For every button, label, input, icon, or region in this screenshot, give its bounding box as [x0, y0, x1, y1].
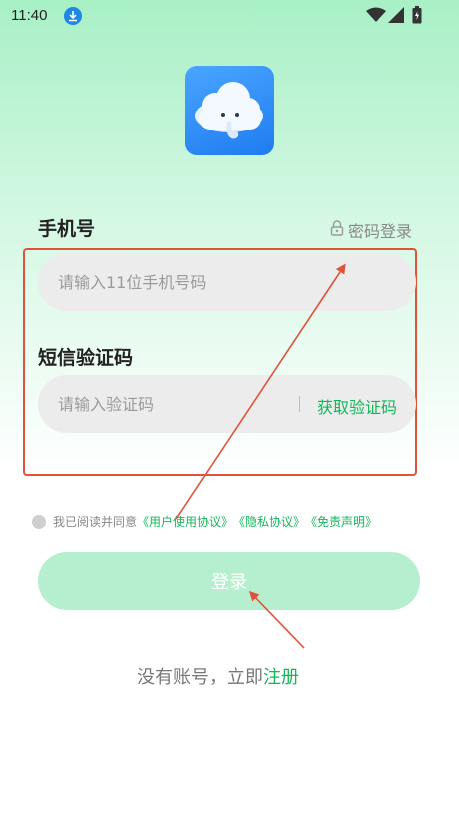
phone-input[interactable] [58, 272, 288, 292]
register-prefix: 没有账号，立即 [137, 667, 263, 688]
app-logo [185, 66, 274, 155]
download-icon [64, 7, 82, 25]
sms-code-label: 短信验证码 [38, 347, 134, 369]
sms-code-input[interactable] [58, 394, 288, 414]
status-bar: 11:40 [0, 0, 459, 34]
password-login-link[interactable]: 密码登录 [330, 218, 412, 242]
agreement-prefix: 我已阅读并同意 [53, 515, 138, 529]
login-button[interactable]: 登录 [38, 552, 420, 610]
battery-icon [412, 6, 422, 28]
privacy-agreement-link[interactable]: 《隐私协议》 [233, 513, 305, 530]
agreement-row: 我已阅读并同意 《用户使用协议》 《隐私协议》 《免责声明》 [32, 513, 377, 530]
phone-label: 手机号 [38, 218, 96, 240]
lock-icon [330, 220, 344, 240]
register-link[interactable]: 注册 [263, 667, 299, 688]
get-code-button[interactable]: 获取验证码 [317, 394, 397, 418]
input-divider [299, 396, 300, 412]
cloud-elephant-icon [195, 82, 263, 139]
user-agreement-link[interactable]: 《用户使用协议》 [137, 513, 233, 530]
agreement-radio[interactable] [32, 514, 46, 529]
register-row: 没有账号，立即注册 [137, 663, 299, 689]
status-time: 11:40 [11, 7, 48, 24]
password-login-label: 密码登录 [348, 222, 413, 241]
phone-input-container [38, 253, 416, 311]
wifi-icon [366, 7, 386, 27]
disclaimer-link[interactable]: 《免责声明》 [305, 513, 377, 530]
signal-icon [388, 7, 404, 27]
